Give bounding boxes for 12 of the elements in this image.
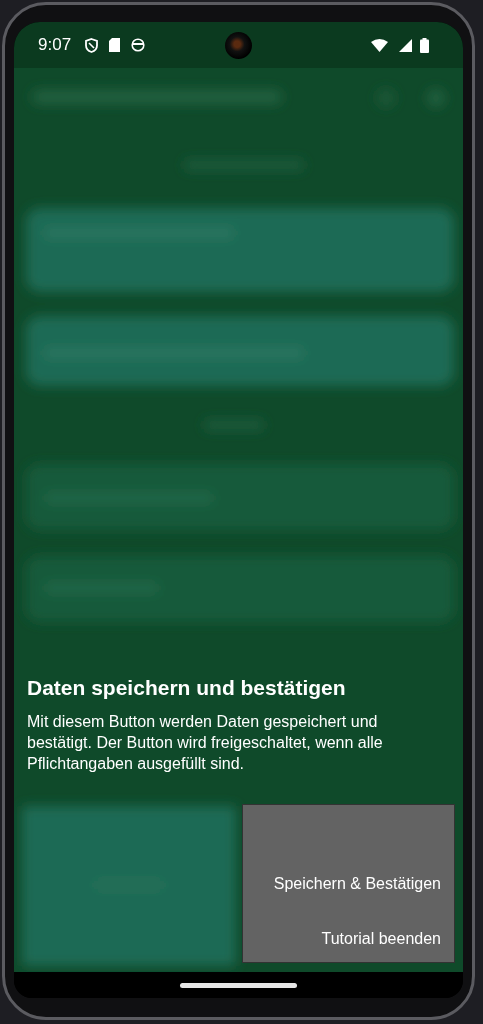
tutorial-title: Daten speichern und bestätigen xyxy=(27,675,347,701)
camera-cutout xyxy=(225,32,252,59)
end-tutorial-button[interactable]: Tutorial beenden xyxy=(321,929,441,949)
home-indicator[interactable] xyxy=(180,982,297,988)
status-time: 9:07 xyxy=(38,35,72,55)
tutorial-description: Mit diesem Button werden Daten gespeichert und bestätigt. Der Button wird freigeschaltet, wenn alle Pflichtangaben ausgefüllt sind. xyxy=(27,712,384,774)
signal-icon xyxy=(399,38,412,52)
sd-card-icon xyxy=(109,38,121,52)
save-confirm-button[interactable]: Speichern & Bestätigen xyxy=(273,874,441,894)
wifi-icon xyxy=(371,38,388,52)
battery-icon xyxy=(420,37,429,53)
shield-icon xyxy=(85,37,99,53)
